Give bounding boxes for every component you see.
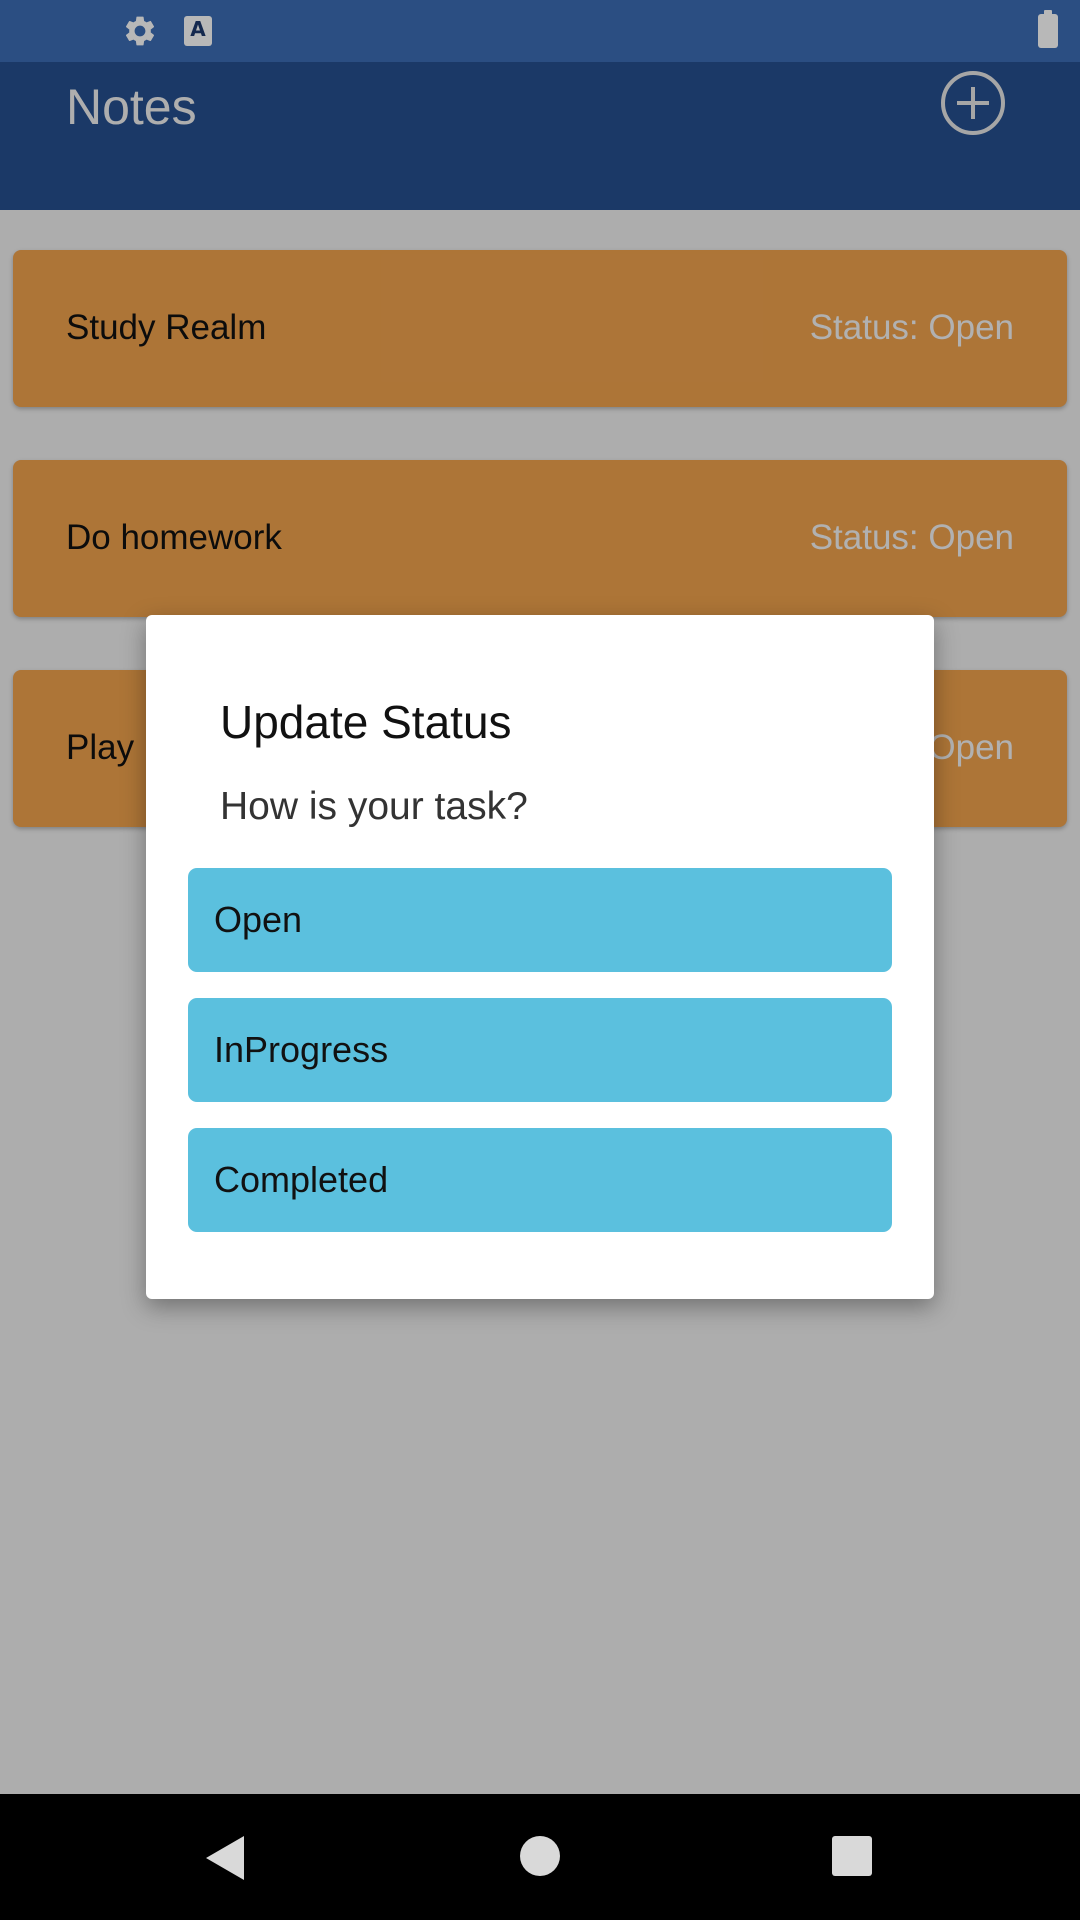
dialog-message: How is your task? (220, 785, 528, 828)
home-icon[interactable] (520, 1836, 560, 1876)
back-icon[interactable] (204, 1834, 248, 1882)
navigation-bar (0, 1794, 1080, 1920)
inprogress-option-button[interactable]: InProgress (188, 998, 892, 1102)
dialog-title: Update Status (220, 696, 512, 748)
recents-icon[interactable] (832, 1836, 872, 1876)
open-option-button[interactable]: Open (188, 868, 892, 972)
update-status-dialog: Update Status How is your task? Open InP… (146, 615, 934, 1299)
completed-option-button[interactable]: Completed (188, 1128, 892, 1232)
screen: A Notes Study Realm Status: Open Do home… (0, 0, 1080, 1920)
